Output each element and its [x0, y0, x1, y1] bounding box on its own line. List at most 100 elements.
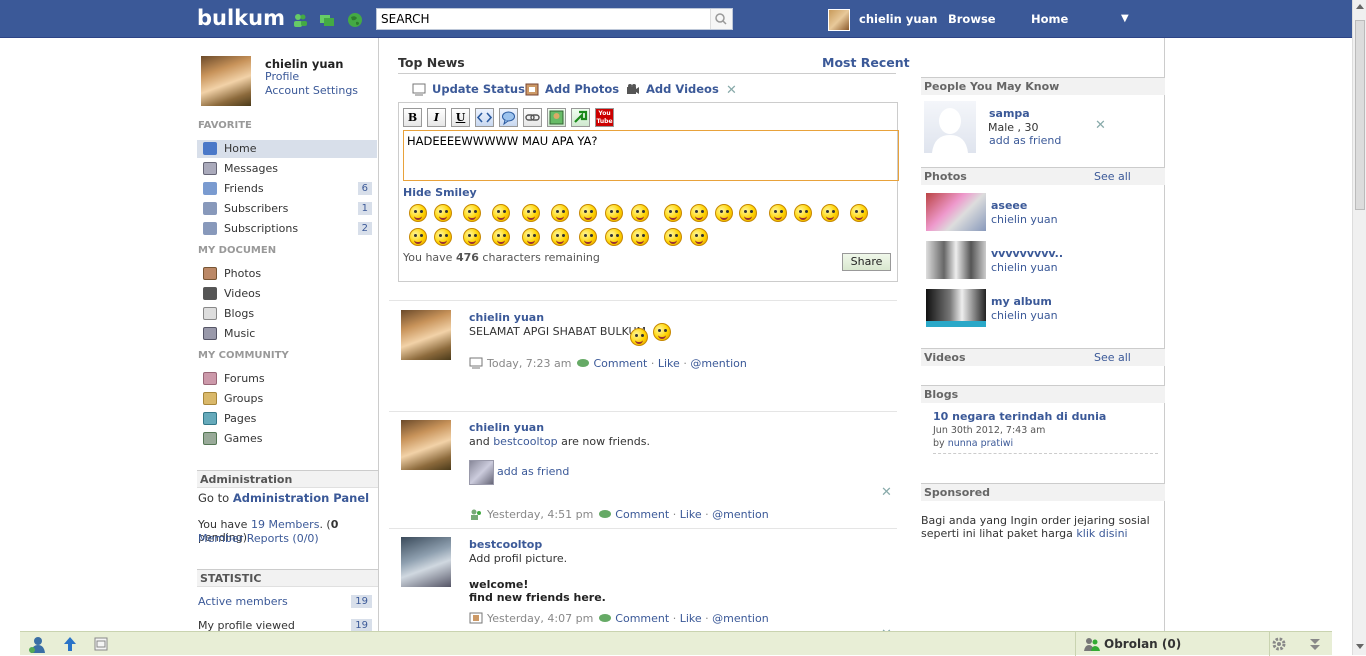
- sidebar-item-friends[interactable]: Friends 6: [197, 180, 377, 198]
- image-button[interactable]: [547, 108, 566, 127]
- smiley-icon[interactable]: [664, 228, 682, 246]
- album-owner[interactable]: chielin yuan: [991, 213, 1058, 226]
- quote-button[interactable]: [499, 108, 518, 127]
- sidebar-item-groups[interactable]: Groups: [197, 390, 377, 408]
- post-avatar[interactable]: [401, 537, 451, 587]
- stat-active-members[interactable]: Active members 19: [197, 593, 377, 611]
- smiley-icon[interactable]: [409, 204, 427, 222]
- photos-see-all-link[interactable]: See all: [1094, 168, 1131, 186]
- smiley-icon[interactable]: [821, 204, 839, 222]
- link-button[interactable]: [523, 108, 542, 127]
- smiley-icon[interactable]: [492, 204, 510, 222]
- album-owner[interactable]: chielin yuan: [991, 261, 1058, 274]
- mention-link[interactable]: @mention: [712, 612, 769, 625]
- sidebar-item-subscriptions[interactable]: Subscriptions 2: [197, 220, 377, 238]
- top-news-title[interactable]: Top News: [398, 55, 465, 70]
- profile-avatar[interactable]: [201, 56, 251, 106]
- share-button[interactable]: Share: [842, 253, 891, 271]
- sidebar-item-music[interactable]: Music: [197, 325, 377, 343]
- sponsored-link[interactable]: klik disini: [1076, 527, 1127, 540]
- status-textarea[interactable]: HADEEEEWWWWW MAU APA YA?: [403, 130, 899, 181]
- smiley-icon[interactable]: [522, 228, 540, 246]
- sidebar-item-photos[interactable]: Photos: [197, 265, 377, 283]
- members-link[interactable]: 19 Members: [251, 518, 319, 531]
- sidebar-item-forums[interactable]: Forums: [197, 370, 377, 388]
- logo[interactable]: bulkum: [197, 6, 285, 30]
- tab-add-photos[interactable]: Add Photos: [525, 82, 619, 96]
- post-author[interactable]: chielin yuan: [469, 421, 544, 434]
- post-avatar[interactable]: [401, 420, 451, 470]
- album-thumbnail[interactable]: [926, 289, 986, 327]
- post-avatar[interactable]: [401, 310, 451, 360]
- album-thumbnail[interactable]: [926, 241, 986, 279]
- smiley-icon[interactable]: [631, 204, 649, 222]
- smiley-icon[interactable]: [409, 228, 427, 246]
- album-title[interactable]: my album: [991, 295, 1052, 308]
- hide-smiley-link[interactable]: Hide Smiley: [403, 186, 477, 199]
- top-user-name[interactable]: chielin yuan: [859, 12, 937, 26]
- tab-add-videos[interactable]: Add Videos: [627, 82, 719, 96]
- like-link[interactable]: Like: [658, 357, 680, 370]
- mention-link[interactable]: @mention: [690, 357, 747, 370]
- window-icon[interactable]: [93, 636, 109, 652]
- smiley-icon[interactable]: [492, 228, 510, 246]
- smiley-icon[interactable]: [739, 204, 757, 222]
- tab-update-status[interactable]: Update Status: [412, 82, 525, 96]
- sidebar-item-videos[interactable]: Videos: [197, 285, 377, 303]
- smiley-icon[interactable]: [551, 204, 569, 222]
- smiley-icon[interactable]: [522, 204, 540, 222]
- album-owner[interactable]: chielin yuan: [991, 309, 1058, 322]
- smiley-icon[interactable]: [794, 204, 812, 222]
- sidebar-item-pages[interactable]: Pages: [197, 410, 377, 428]
- settings-gear-icon[interactable]: [1271, 636, 1287, 652]
- blog-title-link[interactable]: 10 negara terindah di dunia: [933, 410, 1106, 423]
- friend-link[interactable]: bestcooltop: [493, 435, 557, 448]
- album-title[interactable]: aseee: [991, 199, 1027, 212]
- friend-thumbnail[interactable]: [469, 460, 494, 485]
- mention-link[interactable]: @mention: [712, 508, 769, 521]
- comment-link[interactable]: Comment: [615, 612, 669, 625]
- post-author[interactable]: bestcooltop: [469, 538, 542, 551]
- globe-icon[interactable]: [347, 12, 363, 28]
- top-user-avatar[interactable]: [828, 9, 850, 31]
- smiley-icon[interactable]: [690, 204, 708, 222]
- menu-dropdown-icon[interactable]: ▼: [1121, 13, 1129, 24]
- close-post-icon[interactable]: ✕: [881, 485, 892, 500]
- upload-button[interactable]: [571, 108, 590, 127]
- smiley-icon[interactable]: [463, 228, 481, 246]
- underline-button[interactable]: U: [451, 108, 470, 127]
- smiley-icon[interactable]: [631, 228, 649, 246]
- browse-link[interactable]: Browse: [948, 12, 996, 26]
- admin-panel-link[interactable]: Administration Panel: [233, 491, 369, 505]
- sidebar-item-games[interactable]: Games: [197, 430, 377, 448]
- smiley-icon[interactable]: [664, 204, 682, 222]
- smiley-icon[interactable]: [769, 204, 787, 222]
- search-button[interactable]: [710, 9, 732, 29]
- sidebar-item-messages[interactable]: Messages: [197, 160, 377, 178]
- most-recent-link[interactable]: Most Recent: [822, 55, 910, 70]
- smiley-icon[interactable]: [850, 204, 868, 222]
- post-author[interactable]: chielin yuan: [469, 311, 544, 324]
- bold-button[interactable]: B: [403, 108, 422, 127]
- scroll-down-icon[interactable]: [1356, 644, 1364, 649]
- home-link[interactable]: Home: [1031, 12, 1068, 26]
- comment-link[interactable]: Comment: [593, 357, 647, 370]
- code-button[interactable]: [475, 108, 494, 127]
- smiley-icon[interactable]: [551, 228, 569, 246]
- smiley-icon[interactable]: [715, 204, 733, 222]
- scroll-thumb[interactable]: [1355, 20, 1365, 210]
- account-settings-link[interactable]: Account Settings: [265, 84, 358, 97]
- sidebar-item-subscribers[interactable]: Subscribers 1: [197, 200, 377, 218]
- videos-see-all-link[interactable]: See all: [1094, 349, 1131, 367]
- suggestion-avatar[interactable]: [924, 101, 976, 153]
- smiley-icon[interactable]: [690, 228, 708, 246]
- chat-toggle[interactable]: Obrolan (0): [1075, 632, 1270, 656]
- profile-name[interactable]: chielin yuan: [265, 57, 343, 71]
- like-link[interactable]: Like: [680, 508, 702, 521]
- dismiss-suggestion-icon[interactable]: ✕: [1095, 118, 1106, 133]
- smiley-icon[interactable]: [434, 204, 452, 222]
- search-input[interactable]: [377, 9, 710, 29]
- sidebar-item-blogs[interactable]: Blogs: [197, 305, 377, 323]
- messages-icon[interactable]: [319, 12, 335, 28]
- italic-button[interactable]: I: [427, 108, 446, 127]
